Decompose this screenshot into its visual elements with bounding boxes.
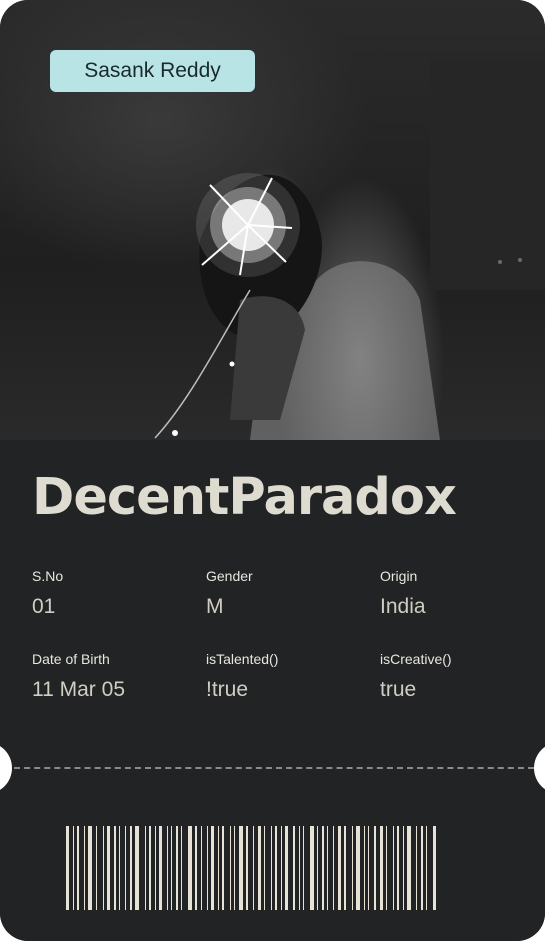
barcode-bar [374, 826, 376, 910]
ticket-card: Sasank Reddy DecentParadox S.No 01 Gende… [0, 0, 545, 941]
barcode-bar [107, 826, 110, 910]
barcode-bar [119, 826, 120, 910]
barcode-bar [426, 826, 427, 910]
perforation-line [14, 767, 534, 769]
barcode-bar [264, 826, 265, 910]
barcode-bar [155, 826, 156, 910]
barcode-bar [167, 826, 168, 910]
field-label: Date of Birth [32, 651, 110, 667]
field-label: S.No [32, 568, 64, 584]
field-label: Origin [380, 568, 418, 584]
barcode-bar [258, 826, 261, 910]
barcode-bar [293, 826, 295, 910]
barcode-bar [310, 826, 314, 910]
barcode-bar [211, 826, 214, 910]
barcode-bar [103, 826, 104, 910]
barcode-bar [125, 826, 126, 910]
field-value: 01 [32, 595, 56, 618]
barcode-bar [271, 826, 272, 910]
field-value: M [206, 595, 224, 618]
barcode-bar [135, 826, 139, 910]
barcode-bar [84, 826, 85, 910]
profile-photo: Sasank Reddy [0, 0, 545, 440]
field-origin: Origin India [380, 567, 540, 620]
barcode-bar [218, 826, 219, 910]
barcode-bar [222, 826, 224, 910]
barcode-bar [421, 826, 423, 910]
barcode-bar [77, 826, 79, 910]
field-date-of-birth: Date of Birth 11 Mar 05 [32, 650, 192, 703]
barcode-bar [88, 826, 92, 910]
name-tag: Sasank Reddy [50, 50, 255, 92]
barcode-bar [281, 826, 282, 910]
barcode-bar [380, 826, 383, 910]
barcode-bar [333, 826, 334, 910]
barcode-bar [234, 826, 235, 910]
barcode-bar [338, 826, 341, 910]
barcode-bar [397, 826, 399, 910]
barcode-bar [188, 826, 192, 910]
barcode-bar [253, 826, 254, 910]
field-gender: Gender M [206, 567, 366, 620]
field-label: Gender [206, 568, 253, 584]
barcode-bar [195, 826, 197, 910]
barcode-bar [171, 826, 172, 910]
barcode-bar [285, 826, 288, 910]
barcode-bar [303, 826, 304, 910]
barcode-bar [356, 826, 360, 910]
photo-light-dot [498, 260, 502, 264]
barcode-bar [201, 826, 202, 910]
field-value: true [380, 678, 417, 701]
barcode-bar [317, 826, 318, 910]
barcode-bar [66, 826, 69, 910]
field-serial-number: S.No 01 [32, 567, 192, 620]
barcode-bar [344, 826, 346, 910]
barcode-bar [386, 826, 387, 910]
field-label: isTalented() [206, 651, 279, 667]
barcode-bar [393, 826, 394, 910]
barcode-bar [176, 826, 178, 910]
barcode-bar [145, 826, 146, 910]
barcode-bar [327, 826, 328, 910]
field-value: !true [206, 678, 249, 701]
barcode-bar [239, 826, 243, 910]
field-is-talented: isTalented() !true [206, 650, 366, 703]
field-is-creative: isCreative() true [380, 650, 540, 703]
field-label: isCreative() [380, 651, 452, 667]
barcode-bar [275, 826, 277, 910]
photo-light-dot [229, 361, 235, 367]
barcode-bar [73, 826, 74, 910]
barcode-bar [299, 826, 300, 910]
ticket-notch-left [0, 742, 12, 794]
barcode-bar [403, 826, 404, 910]
field-value: India [380, 595, 426, 618]
photo-light-dot [518, 258, 522, 262]
photo-light-dot [172, 430, 178, 436]
handle-title: DecentParadox [32, 468, 457, 527]
barcode-bar [407, 826, 411, 910]
barcode-bar [352, 826, 353, 910]
barcode-bar [207, 826, 208, 910]
barcode-bar [368, 826, 369, 910]
barcode-bar [322, 826, 324, 910]
barcode-bar [181, 826, 182, 910]
barcode-bar [96, 826, 97, 910]
barcode-bar [149, 826, 151, 910]
barcode [66, 826, 436, 910]
barcode-bar [114, 826, 116, 910]
barcode-bar [230, 826, 231, 910]
ticket-notch-right [534, 742, 545, 794]
ticket-info: DecentParadox S.No 01 Gender M Origin In… [0, 440, 545, 941]
barcode-bar [416, 826, 417, 910]
photo-wall-shadow [430, 60, 545, 290]
barcode-bar [130, 826, 132, 910]
barcode-bar [433, 826, 436, 910]
barcode-bar [246, 826, 248, 910]
barcode-bar [159, 826, 162, 910]
barcode-bar [364, 826, 365, 910]
field-value: 11 Mar 05 [32, 678, 125, 701]
